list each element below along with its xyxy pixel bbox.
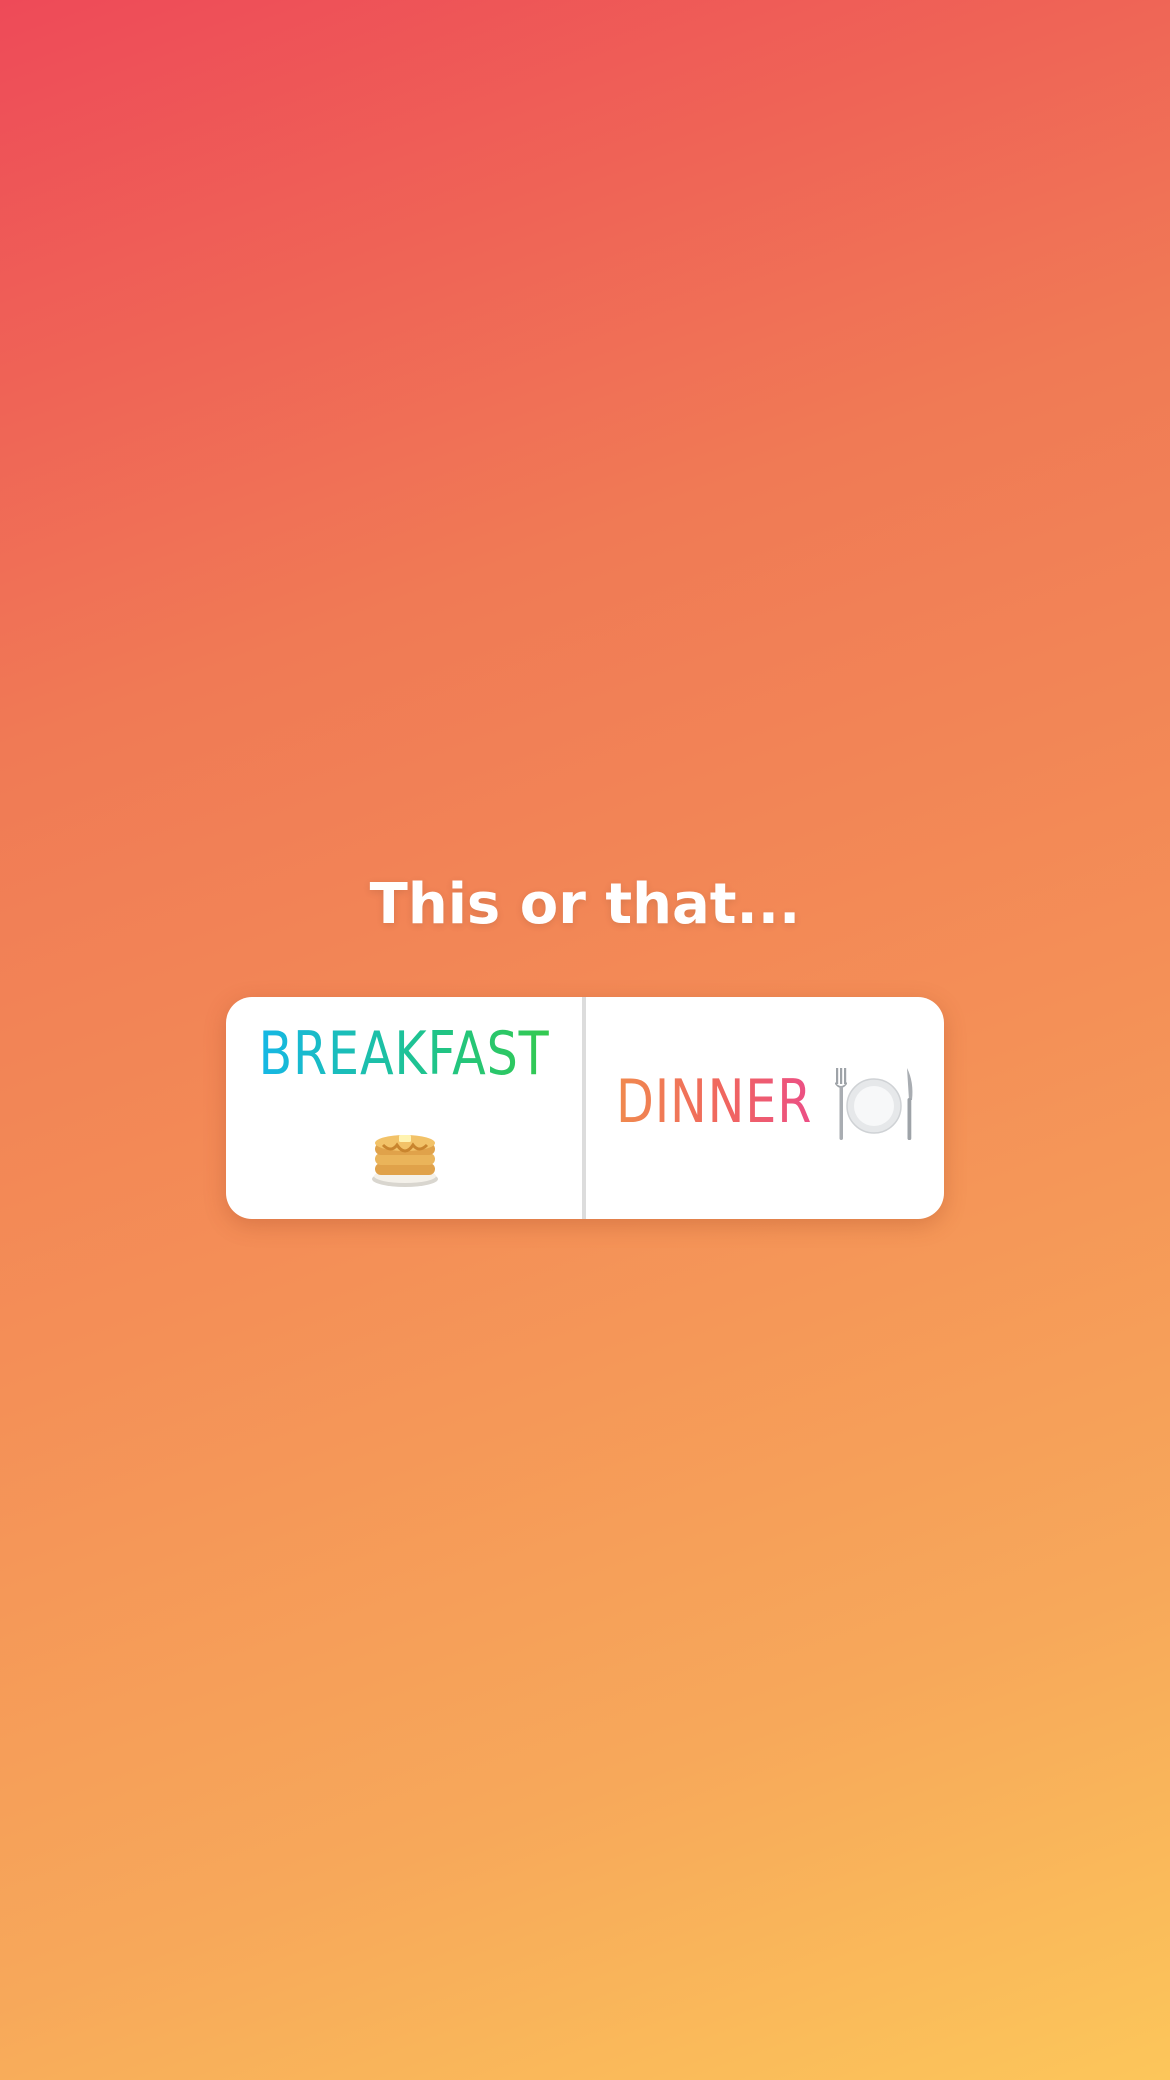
option-dinner-label: DINNER	[616, 1067, 813, 1137]
option-breakfast-label: BREAKFAST	[258, 1019, 550, 1089]
fork-knife-plate-icon	[835, 1068, 913, 1140]
option-breakfast[interactable]: BREAKFAST	[226, 997, 582, 1219]
question-title: This or that...	[369, 872, 801, 937]
option-dinner[interactable]: DINNER	[586, 997, 944, 1219]
this-or-that-poll: BREAKFAST DINNER	[226, 997, 944, 1219]
pancakes-icon	[372, 1135, 438, 1187]
